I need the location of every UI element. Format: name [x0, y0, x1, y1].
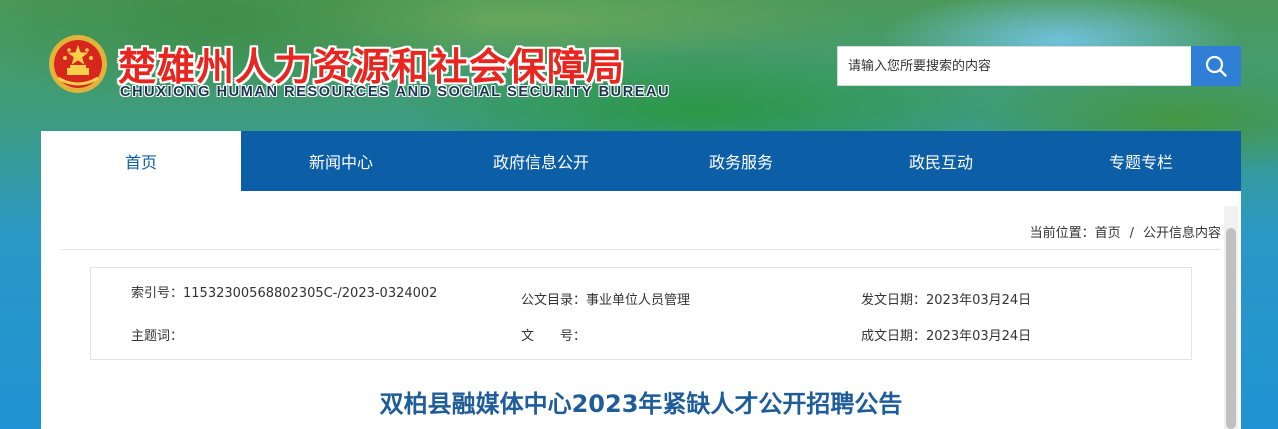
breadcrumb-divider	[61, 249, 1221, 250]
nav-item-news[interactable]: 新闻中心	[241, 131, 441, 191]
meta-catalog: 公文目录：事业单位人员管理	[521, 289, 690, 308]
meta-index-value: 11532300568802305C-/2023-0324002	[183, 286, 438, 301]
nav-item-topics[interactable]: 专题专栏	[1041, 131, 1241, 191]
scrollbar[interactable]	[1224, 206, 1238, 429]
site-subtitle: CHUXIONG HUMAN RESOURCES AND SOCIAL SECU…	[120, 84, 671, 100]
meta-publish-date: 发文日期：2023年03月24日	[861, 289, 1031, 308]
meta-created-value: 2023年03月24日	[926, 329, 1032, 344]
meta-publish-label: 发文日期：	[861, 293, 927, 308]
meta-created-label: 成文日期：	[861, 329, 927, 344]
document-meta-table: 索引号：11532300568802305C-/2023-0324002 公文目…	[90, 267, 1192, 360]
search-box	[837, 46, 1241, 86]
meta-doc-number: 文 号：	[521, 325, 586, 344]
meta-created-date: 成文日期：2023年03月24日	[861, 325, 1031, 344]
scrollbar-thumb[interactable]	[1226, 228, 1236, 429]
meta-index: 索引号：11532300568802305C-/2023-0324002	[131, 282, 437, 301]
site-title: 楚雄州人力资源和社会保障局	[118, 44, 626, 89]
meta-publish-value: 2023年03月24日	[926, 293, 1032, 308]
search-input[interactable]	[838, 47, 1192, 85]
content-panel: 当前位置：首页 / 公开信息内容 索引号：11532300568802305C-/2…	[41, 191, 1241, 429]
meta-catalog-value: 事业单位人员管理	[586, 293, 691, 308]
search-icon	[1205, 55, 1227, 77]
meta-subject-label: 主题词：	[131, 329, 184, 344]
breadcrumb-separator: /	[1129, 226, 1134, 241]
meta-index-label: 索引号：	[131, 286, 184, 301]
meta-catalog-label: 公文目录：	[521, 293, 587, 308]
main-nav: 首页 新闻中心 政府信息公开 政务服务 政民互动 专题专栏	[41, 131, 1241, 198]
article-title: 双柏县融媒体中心2023年紧缺人才公开招聘公告	[379, 390, 903, 418]
breadcrumb-prefix: 当前位置：	[1029, 226, 1095, 241]
breadcrumb-current-link[interactable]: 公开信息内容	[1143, 226, 1221, 241]
nav-item-home[interactable]: 首页	[41, 131, 241, 198]
nav-item-interaction[interactable]: 政民互动	[841, 131, 1041, 191]
breadcrumb-home-link[interactable]: 首页	[1095, 226, 1121, 241]
meta-subject: 主题词：	[131, 325, 183, 344]
breadcrumb: 当前位置：首页 / 公开信息内容	[1030, 222, 1221, 241]
nav-item-services[interactable]: 政务服务	[641, 131, 841, 191]
nav-item-gov-info[interactable]: 政府信息公开	[441, 131, 641, 191]
meta-docno-label: 文 号：	[521, 329, 587, 344]
national-emblem-icon	[48, 34, 108, 94]
search-button[interactable]	[1191, 46, 1241, 86]
